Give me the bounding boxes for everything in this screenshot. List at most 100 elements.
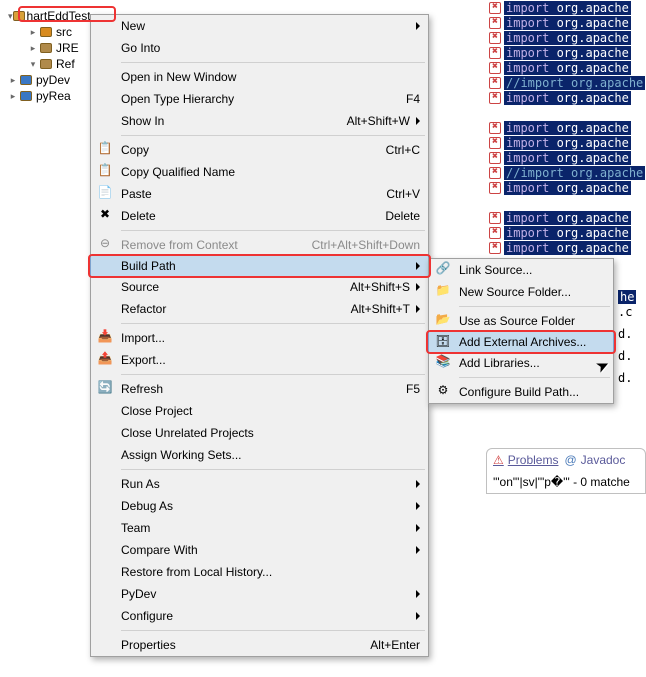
- tree-twisty-icon[interactable]: ▸: [8, 91, 18, 102]
- tree-item-label: Ref: [56, 57, 75, 71]
- remove-icon: ⊖: [96, 236, 114, 250]
- menu-item-debug-as[interactable]: Debug As: [91, 495, 428, 517]
- menu-item-link-source[interactable]: 🔗Link Source...: [429, 259, 613, 281]
- submenu-arrow-icon: [416, 22, 420, 30]
- menu-item-label: Export...: [121, 353, 420, 367]
- menu-item-use-as-source-folder[interactable]: 📂Use as Source Folder: [429, 310, 613, 332]
- submenu-arrow-icon: [416, 262, 420, 270]
- error-marker-icon: ✖: [486, 212, 504, 224]
- code-text: import org.apache: [504, 136, 631, 150]
- menu-item-assign-working-sets[interactable]: Assign Working Sets...: [91, 444, 428, 466]
- code-fragment: d.: [618, 349, 636, 371]
- tree-item-label: pyDev: [36, 73, 70, 87]
- tree-item-pydev[interactable]: ▸ pyDev: [0, 72, 90, 88]
- menu-item-label: Build Path: [121, 259, 410, 273]
- code-fragment: d.: [618, 327, 636, 349]
- menu-item-copy[interactable]: 📋CopyCtrl+C: [91, 139, 428, 161]
- menu-accelerator: Ctrl+V: [386, 187, 420, 201]
- code-line: ✖import org.apache: [486, 120, 646, 135]
- menu-separator: [121, 62, 425, 63]
- menu-item-label: Source: [121, 280, 338, 294]
- tree-item-pyrea[interactable]: ▸pyRea: [0, 88, 90, 104]
- menu-item-source[interactable]: Source Alt+Shift+S: [91, 276, 428, 298]
- error-marker-icon: ✖: [486, 2, 504, 14]
- menu-item-build-path[interactable]: Build Path: [90, 255, 429, 277]
- problems-tab[interactable]: ⚠ Problems: [493, 453, 558, 467]
- tree-item-ref[interactable]: ▾ Ref: [0, 56, 90, 72]
- menu-item-pydev[interactable]: PyDev: [91, 583, 428, 605]
- menu-item-paste[interactable]: 📄 Paste Ctrl+V: [91, 183, 428, 205]
- menu-item-open-in-new-window[interactable]: Open in New Window: [91, 66, 428, 88]
- menu-item-copy-qualified-name[interactable]: 📋Copy Qualified Name: [91, 161, 428, 183]
- menu-accelerator: Alt+Shift+W: [347, 114, 410, 128]
- problems-icon: ⚠: [493, 453, 504, 467]
- menu-item-label: Paste: [121, 187, 374, 201]
- menu-item-open-type-hierarchy[interactable]: Open Type HierarchyF4: [91, 88, 428, 110]
- menu-separator: [121, 135, 425, 136]
- tree-twisty-icon[interactable]: ▸: [8, 75, 18, 86]
- code-text: import org.apache: [504, 91, 631, 105]
- menu-item-export[interactable]: 📤 Export...: [91, 349, 428, 371]
- code-text: import org.apache: [504, 226, 631, 240]
- menu-item-label: Team: [121, 521, 410, 535]
- submenu-arrow-icon: [416, 480, 420, 488]
- code-fragment: .c: [618, 305, 636, 327]
- menu-item-import[interactable]: 📥Import...: [91, 327, 428, 349]
- copy-icon: 📋: [96, 163, 114, 177]
- code-line: ✖import org.apache: [486, 210, 646, 225]
- build-path-submenu: 🔗Link Source...📁New Source Folder... 📂Use…: [428, 258, 614, 404]
- error-marker-icon: ✖: [486, 227, 504, 239]
- menu-item-label: Close Unrelated Projects: [121, 426, 420, 440]
- menu-item-show-in[interactable]: Show InAlt+Shift+W: [91, 110, 428, 132]
- error-marker-icon: ✖: [486, 62, 504, 74]
- error-marker-icon: ✖: [486, 137, 504, 149]
- submenu-arrow-icon: [416, 283, 420, 291]
- error-marker-icon: ✖: [486, 32, 504, 44]
- menu-item-close-unrelated-projects[interactable]: Close Unrelated Projects: [91, 422, 428, 444]
- menu-item-restore-from-local-history[interactable]: Restore from Local History...: [91, 561, 428, 583]
- error-marker-icon: ✖: [486, 122, 504, 134]
- menu-item-label: Open Type Hierarchy: [121, 92, 394, 106]
- menu-item-delete[interactable]: ✖DeleteDelete: [91, 205, 428, 227]
- menu-item-add-external-archives[interactable]: 🗄Add External Archives...: [428, 331, 614, 353]
- code-text: import org.apache: [504, 1, 631, 15]
- menu-item-team[interactable]: Team: [91, 517, 428, 539]
- menu-item-label: Assign Working Sets...: [121, 448, 420, 462]
- menu-item-configure-build-path[interactable]: ⚙Configure Build Path...: [429, 381, 613, 403]
- menu-item-new-source-folder[interactable]: 📁New Source Folder...: [429, 281, 613, 303]
- code-text: import org.apache: [504, 121, 631, 135]
- menu-item-run-as[interactable]: Run As: [91, 473, 428, 495]
- tree-item-jre[interactable]: ▸JRE: [0, 40, 90, 56]
- menu-item-label: Copy: [121, 143, 374, 157]
- tree-twisty-icon[interactable]: ▸: [28, 27, 38, 38]
- tree-item-src[interactable]: ▸src: [0, 24, 90, 40]
- menu-item-label: Close Project: [121, 404, 420, 418]
- code-text: import org.apache: [504, 46, 631, 60]
- menu-item-configure[interactable]: Configure: [91, 605, 428, 627]
- editor-trailing: he.cd.d.d.: [618, 290, 636, 393]
- menu-item-compare-with[interactable]: Compare With: [91, 539, 428, 561]
- menu-item-go-into[interactable]: Go Into: [91, 37, 428, 59]
- menu-item-properties[interactable]: PropertiesAlt+Enter: [91, 634, 428, 656]
- paste-icon: 📄: [96, 185, 114, 199]
- javadoc-tab[interactable]: @ Javadoc: [564, 453, 625, 467]
- code-line: ✖import org.apache: [486, 30, 646, 45]
- tree-twisty-icon[interactable]: ▾: [28, 59, 38, 70]
- code-line: ✖import org.apache: [486, 15, 646, 30]
- code-text: //import org.apache: [504, 76, 645, 90]
- menu-item-close-project[interactable]: Close Project: [91, 400, 428, 422]
- menu-item-add-libraries[interactable]: 📚Add Libraries...: [429, 352, 613, 374]
- error-marker-icon: ✖: [486, 47, 504, 59]
- menu-item-refresh[interactable]: 🔄RefreshF5: [91, 378, 428, 400]
- problems-pane: ⚠ Problems @ Javadoc '"on"'|sv|'"p�"' - …: [486, 448, 646, 494]
- export-icon: 📤: [96, 351, 114, 365]
- bottom-tabs: ⚠ Problems @ Javadoc: [487, 449, 645, 471]
- tree-twisty-icon[interactable]: ▸: [28, 43, 38, 54]
- code-text: import org.apache: [504, 181, 631, 195]
- menu-item-refactor[interactable]: RefactorAlt+Shift+T: [91, 298, 428, 320]
- menu-separator: [121, 374, 425, 375]
- menu-accelerator: Alt+Shift+T: [351, 302, 410, 316]
- menu-item-label: Use as Source Folder: [459, 314, 605, 328]
- menu-item-new[interactable]: New: [91, 15, 428, 37]
- menu-accelerator: Alt+Shift+S: [350, 280, 410, 294]
